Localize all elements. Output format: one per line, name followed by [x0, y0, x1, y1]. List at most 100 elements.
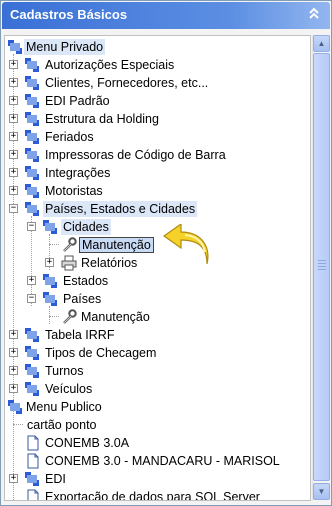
expand-icon[interactable]: + [9, 60, 18, 69]
tree-node-label: CONEMB 3.0 - MANDACARU - MARISOL [45, 454, 280, 468]
collapse-icon[interactable]: − [27, 294, 36, 303]
module-icon [25, 112, 39, 126]
tree-node-label: Tipos de Checagem [45, 346, 157, 360]
tree-node-menu-privado[interactable]: Menu Privado [5, 38, 310, 56]
tree-node-paises-estados-cidades[interactable]: − Países, Estados e Cidades [5, 200, 310, 218]
tree-node-label: Turnos [45, 364, 84, 378]
tree-node-estrutura-holding[interactable]: + Estrutura da Holding [5, 110, 310, 128]
module-icon [43, 292, 57, 306]
document-icon [27, 453, 39, 469]
tree-node-conemb-30a[interactable]: CONEMB 3.0A [5, 434, 310, 452]
module-icon [25, 130, 39, 144]
tree-node-label: Estrutura da Holding [45, 112, 159, 126]
expand-icon[interactable]: + [45, 258, 54, 267]
tree-node-cidades[interactable]: − Cidades [5, 218, 310, 236]
tree-node-label: Clientes, Fornecedores, etc... [45, 76, 209, 90]
scroll-up-button[interactable]: ▲ [313, 35, 330, 52]
tree-node-veiculos[interactable]: + Veículos [5, 380, 310, 398]
folder-tree-icon [8, 400, 22, 414]
expand-icon[interactable]: + [9, 78, 18, 87]
tree-node-estados[interactable]: + Estados [5, 272, 310, 290]
expand-icon[interactable]: + [9, 474, 18, 483]
tree-node-tipos-checagem[interactable]: + Tipos de Checagem [5, 344, 310, 362]
tree-node-motoristas[interactable]: + Motoristas [5, 182, 310, 200]
tree-node-autorizacoes[interactable]: + Autorizações Especiais [5, 56, 310, 74]
module-icon [43, 274, 57, 288]
cadastros-basicos-panel: Cadastros Básicos Menu Privado + Autoriz… [0, 0, 332, 506]
tree-node-label: cartão ponto [27, 418, 97, 432]
printer-icon [61, 255, 77, 271]
tree-node-cidades-manutencao[interactable]: Manutenção [5, 236, 310, 254]
expand-icon[interactable]: + [9, 168, 18, 177]
tree-node-label: Integrações [45, 166, 111, 180]
panel-titlebar[interactable]: Cadastros Básicos [2, 2, 330, 29]
expand-icon[interactable]: + [9, 330, 18, 339]
module-icon [25, 202, 39, 216]
tree-node-label: Países [63, 292, 102, 306]
double-chevron-up-icon[interactable] [304, 6, 324, 25]
expand-icon[interactable]: + [9, 348, 18, 357]
tree-node-integracoes[interactable]: + Integrações [5, 164, 310, 182]
pointer-arrow-icon [162, 224, 209, 265]
tree-node-clientes[interactable]: + Clientes, Fornecedores, etc... [5, 74, 310, 92]
tree-node-impressoras[interactable]: + Impressoras de Código de Barra [5, 146, 310, 164]
tree-node-cartao-ponto[interactable]: cartão ponto [5, 416, 310, 434]
expand-icon[interactable]: + [9, 150, 18, 159]
document-icon [27, 435, 39, 451]
tree-node-turnos[interactable]: + Turnos [5, 362, 310, 380]
wrench-icon [63, 309, 77, 324]
tree-node-label: Veículos [45, 382, 93, 396]
module-icon [25, 346, 39, 360]
tree-node-edi-padrao[interactable]: + EDI Padrão [5, 92, 310, 110]
tree-node-label: Relatórios [81, 256, 138, 270]
tree-node-label: EDI Padrão [45, 94, 110, 108]
tree-node-feriados[interactable]: + Feriados [5, 128, 310, 146]
tree-node-label: Tabela IRRF [45, 328, 115, 342]
expand-icon[interactable]: + [27, 276, 36, 285]
expand-icon[interactable]: + [9, 132, 18, 141]
tree-node-edi[interactable]: + EDI [5, 470, 310, 488]
module-icon [25, 76, 39, 90]
scroll-down-button[interactable]: ▼ [313, 483, 330, 500]
module-icon [43, 220, 57, 234]
tree-node-label: Manutenção [81, 310, 150, 324]
collapse-icon[interactable]: − [27, 222, 36, 231]
tree-node-label: Cidades [61, 219, 111, 235]
tree-node-label: Impressoras de Código de Barra [45, 148, 226, 162]
module-icon [25, 184, 39, 198]
tree-node-tabela-irrf[interactable]: + Tabela IRRF [5, 326, 310, 344]
module-icon [25, 328, 39, 342]
tree-node-menu-publico[interactable]: Menu Publico [5, 398, 310, 416]
tree-node-label: CONEMB 3.0A [45, 436, 130, 450]
tree-node-label: Menu Publico [26, 400, 102, 414]
tree-node-label: EDI [45, 472, 66, 486]
expand-icon[interactable]: + [9, 366, 18, 375]
tree-node-conemb-mandacaru[interactable]: CONEMB 3.0 - MANDACARU - MARISOL [5, 452, 310, 470]
tree-node-paises-manutencao[interactable]: Manutenção [5, 308, 310, 326]
tree-node-label: Países, Estados e Cidades [43, 201, 198, 217]
tree-node-exportacao-sql[interactable]: Exportação de dados para SQL Server [5, 488, 310, 501]
module-icon [25, 364, 39, 378]
module-icon [25, 94, 39, 108]
tree-node-label: Exportação de dados para SQL Server [45, 490, 260, 501]
module-icon [25, 166, 39, 180]
collapse-icon[interactable]: − [9, 204, 18, 213]
panel-title: Cadastros Básicos [10, 7, 128, 22]
tree-node-label: Feriados [45, 130, 94, 144]
module-icon [25, 472, 39, 486]
expand-icon[interactable]: + [9, 114, 18, 123]
expand-icon[interactable]: + [9, 384, 18, 393]
tree-node-relatorios[interactable]: + Relatórios [5, 254, 310, 272]
expand-icon[interactable]: + [9, 96, 18, 105]
vertical-scrollbar[interactable]: ▲ ▼ [312, 35, 330, 501]
document-icon [27, 489, 39, 500]
tree-node-label: Autorizações Especiais [45, 58, 175, 72]
folder-tree-icon [8, 40, 22, 54]
expand-icon[interactable]: + [9, 186, 18, 195]
module-icon [25, 382, 39, 396]
module-icon [25, 148, 39, 162]
tree-node-paises[interactable]: − Países [5, 290, 310, 308]
menu-tree[interactable]: Menu Privado + Autorizações Especiais + … [4, 35, 311, 501]
scrollbar-thumb[interactable] [313, 53, 330, 481]
tree-node-label: Estados [63, 274, 109, 288]
